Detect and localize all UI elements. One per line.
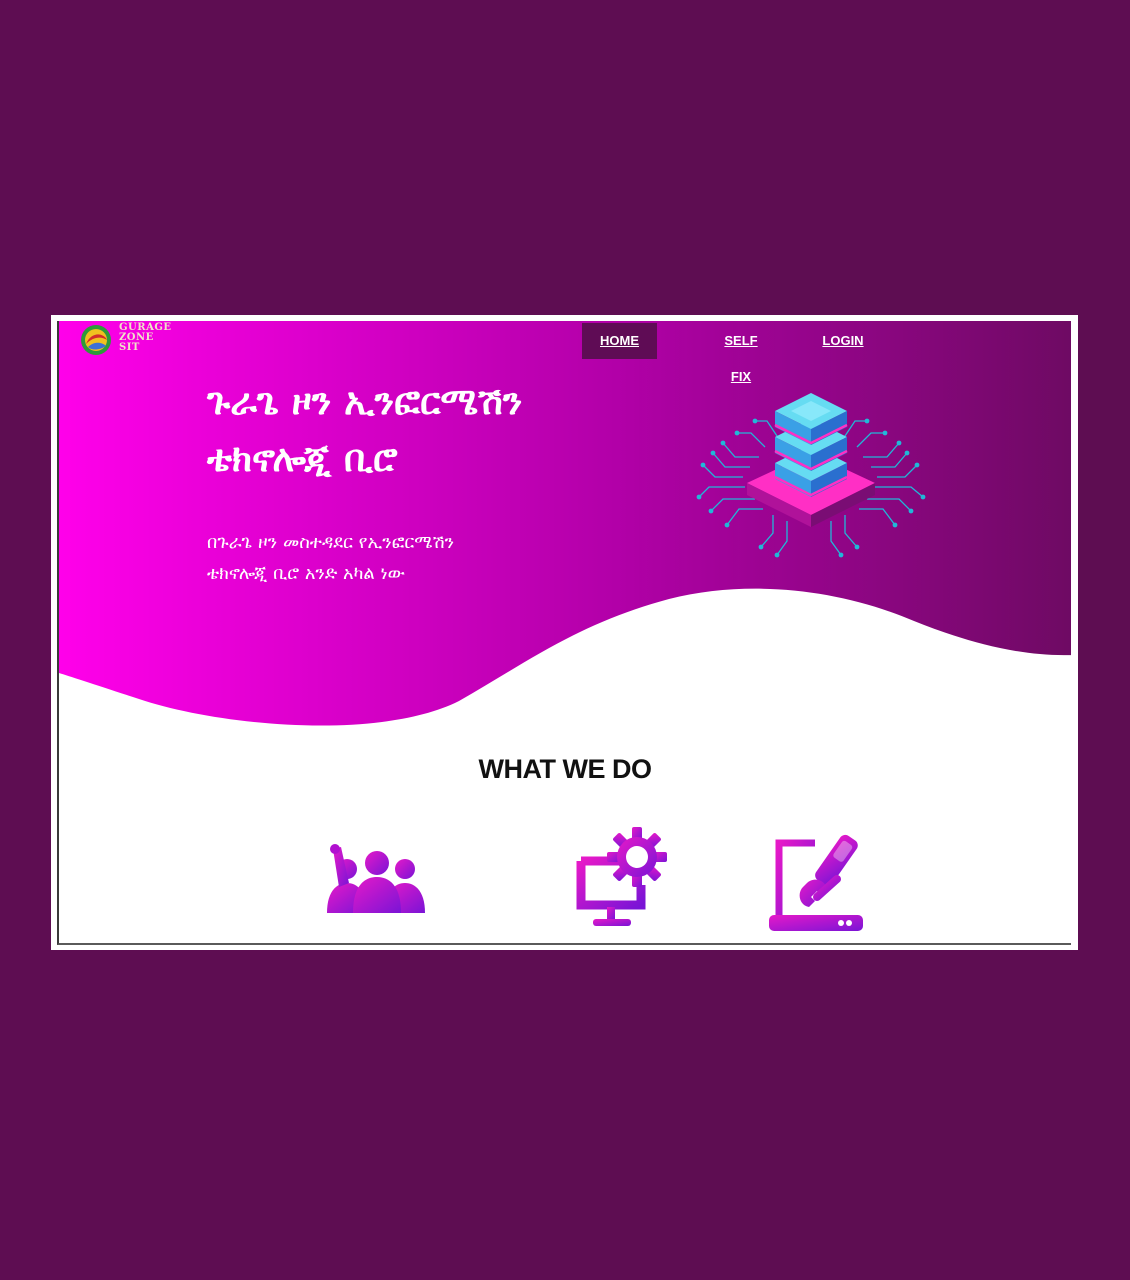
hero-title-line-2: ቴክኖሎጂ ቢሮ (207, 436, 398, 480)
computer-settings-icon (576, 827, 667, 926)
hero-subtitle-line-1: በጉራጌ ዞን መስተዳደር የኢንፎርሜሽን (207, 532, 455, 553)
team-icon (327, 844, 425, 913)
hero-title: ጉራጌ ዞን ኢንፎርሜሽን ቴክኖሎጂ ቢሮ (207, 373, 627, 487)
hero-title-line-1: ጉራጌ ዞን ኢንፎርሜሽን (207, 379, 523, 423)
nav-login-link[interactable]: LOGIN (821, 323, 865, 359)
hero-subtitle-line-2: ቴክኖሎጂ ቢሮ አንድ አካል ነው (207, 563, 405, 584)
nav-home-link[interactable]: HOME (582, 323, 657, 359)
nav-self-fix-link[interactable]: SELF FIX (714, 323, 768, 384)
screenshot-frame: GURAGE ZONE SIT HOME SELF FIX LOGIN ጉራጌ … (51, 315, 1078, 950)
web-page: GURAGE ZONE SIT HOME SELF FIX LOGIN ጉራጌ … (57, 321, 1071, 945)
top-nav: HOME SELF FIX LOGIN (59, 321, 1071, 384)
hero-subtitle: በጉራጌ ዞን መስተዳደር የኢንፎርሜሽን ቴክኖሎጂ ቢሮ አንድ አካል… (207, 527, 537, 589)
what-we-do-heading: WHAT WE DO (478, 754, 652, 784)
laptop-repair-icon (769, 834, 863, 931)
server-stack-illustration (696, 393, 926, 558)
